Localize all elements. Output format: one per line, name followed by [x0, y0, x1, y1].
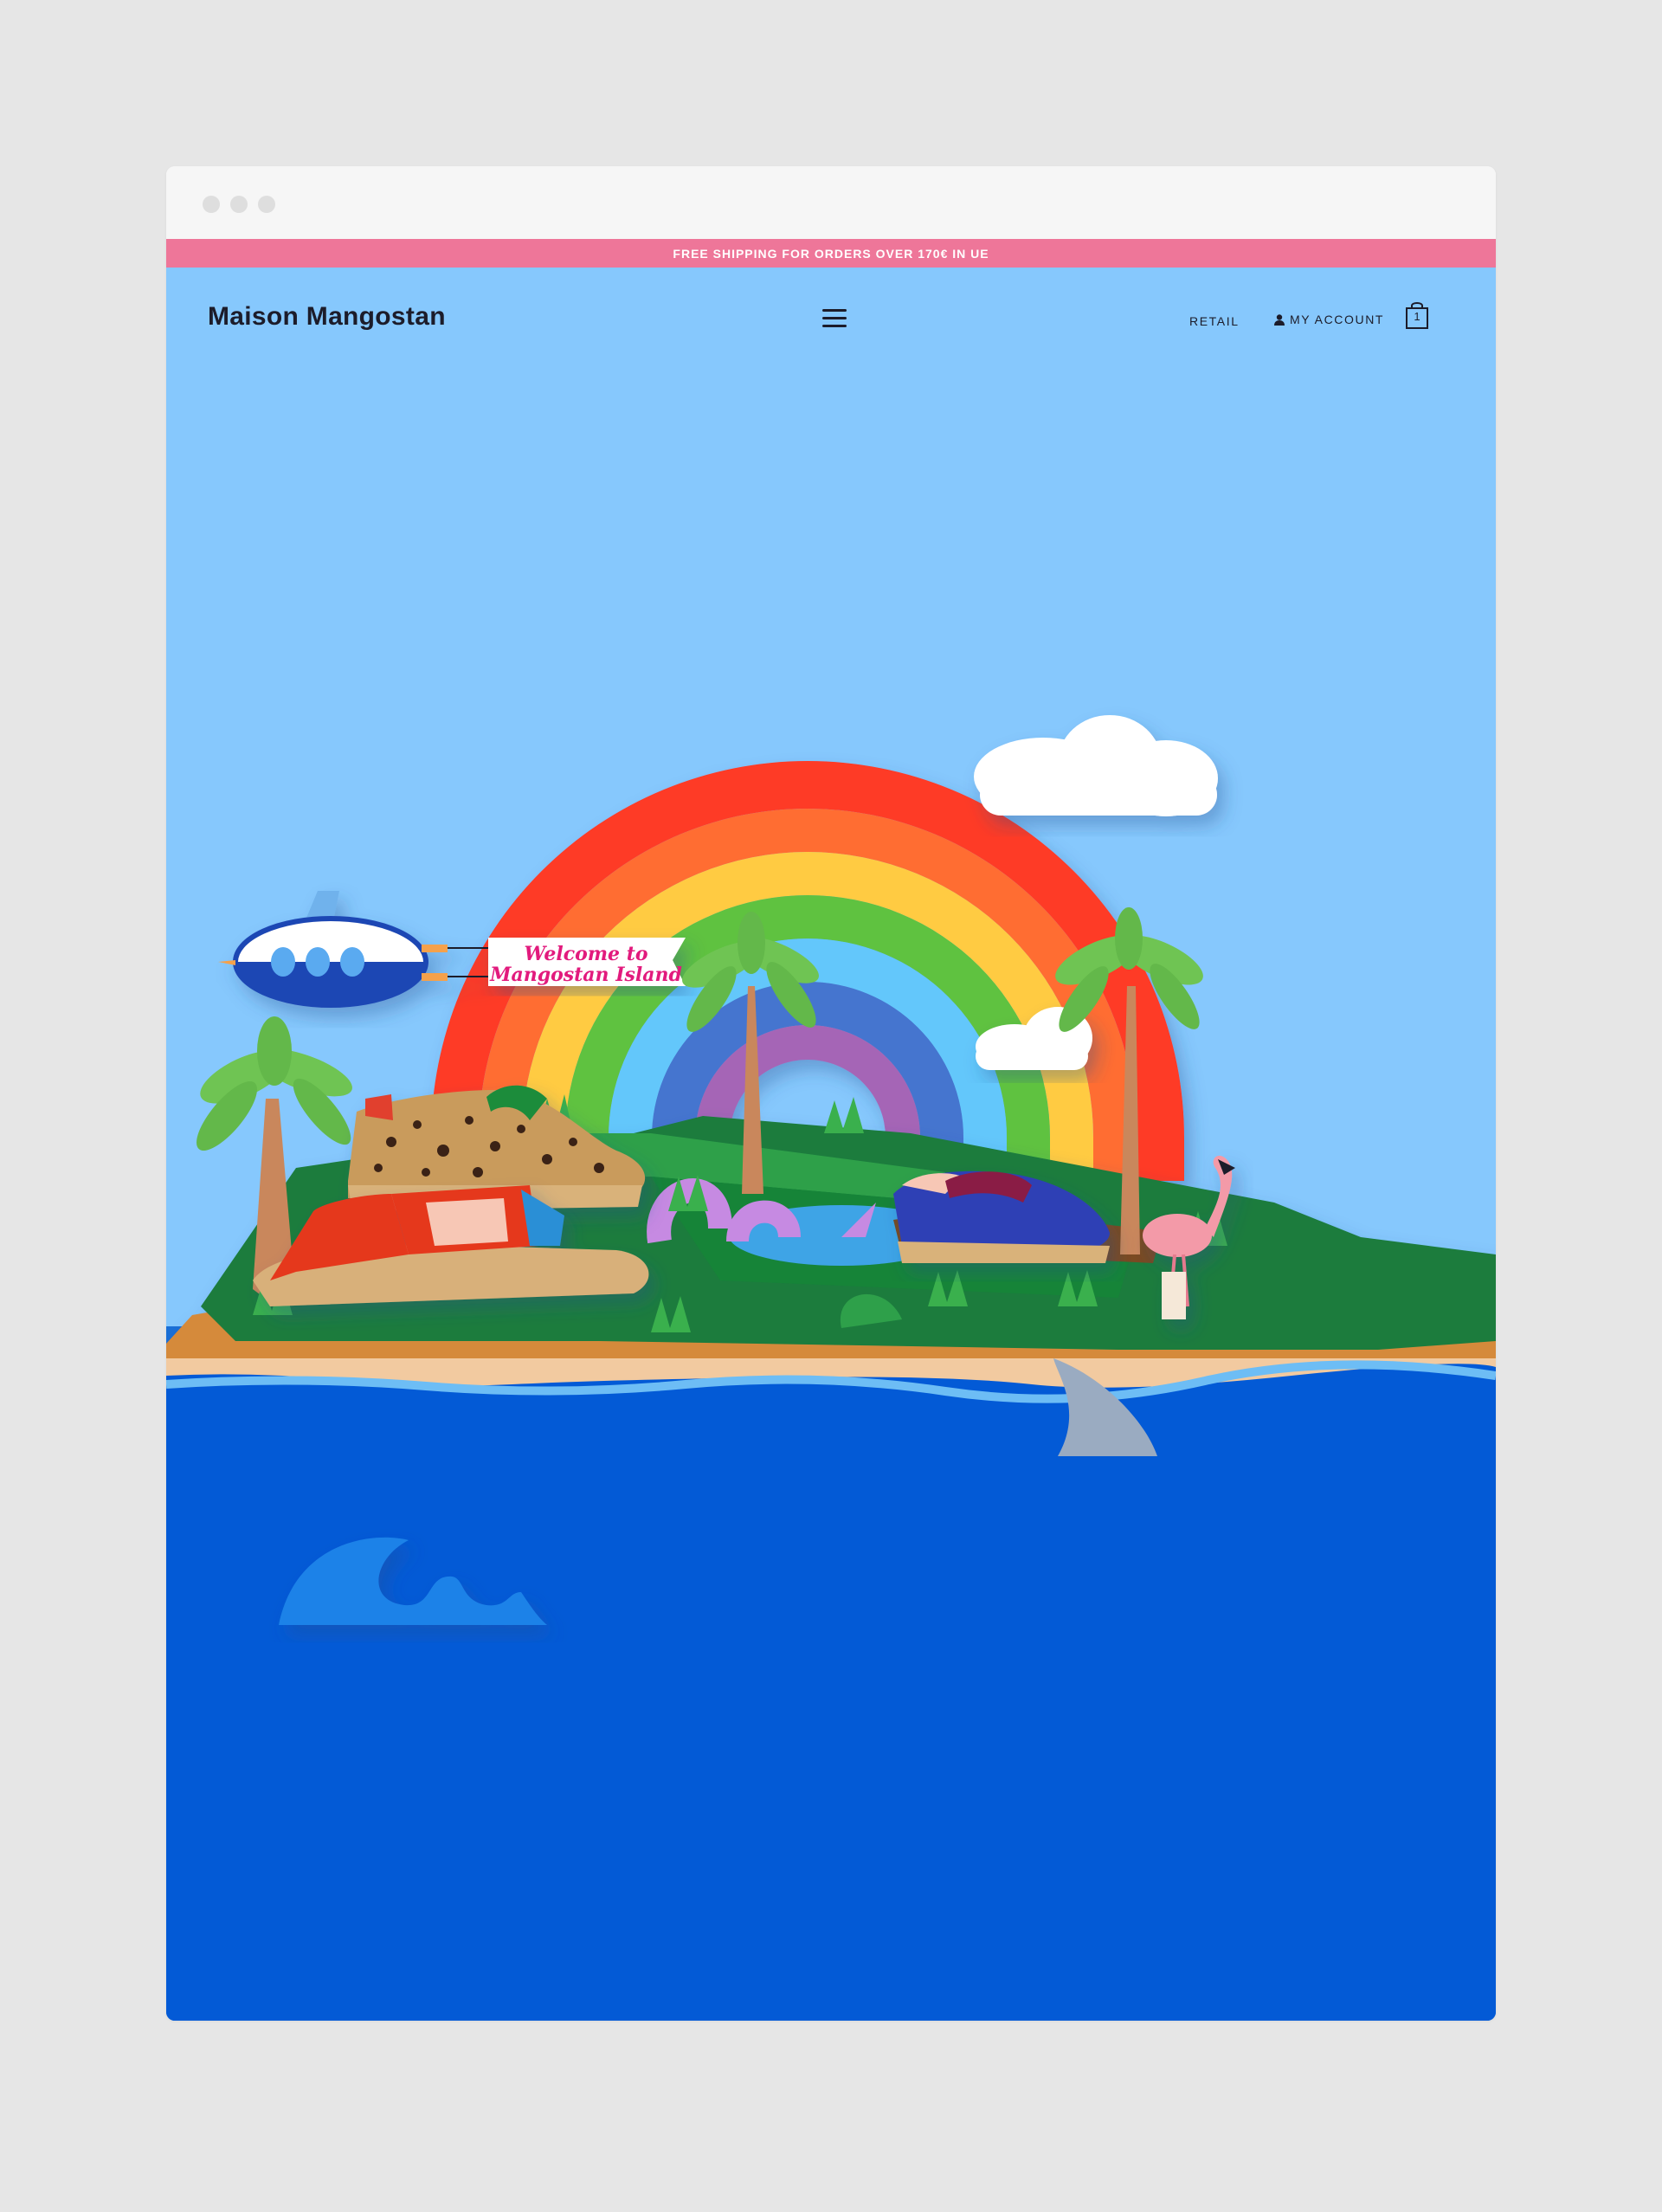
window-close-dot[interactable] — [203, 196, 220, 213]
nav-retail-link[interactable]: RETAIL — [1189, 314, 1240, 328]
nav-my-account-link[interactable]: MY ACCOUNT — [1274, 313, 1384, 326]
site-header: Maison Mangostan RETAIL MY ACCOUNT 1 — [166, 268, 1496, 371]
cart-count-badge: 1 — [1414, 310, 1420, 323]
site-logo[interactable]: Maison Mangostan — [208, 302, 446, 332]
cloud-large — [974, 715, 1218, 816]
cart-button[interactable]: 1 — [1404, 300, 1430, 330]
hero-illustration: Welcome to Mangostan Island — [166, 715, 1496, 2021]
my-account-label: MY ACCOUNT — [1290, 313, 1385, 326]
browser-window: FREE SHIPPING FOR ORDERS OVER 170€ IN UE — [166, 166, 1496, 2021]
banner-line-1: Welcome to — [524, 943, 647, 965]
sea — [166, 1364, 1496, 2021]
user-icon — [1274, 313, 1285, 326]
window-minimize-dot[interactable] — [230, 196, 248, 213]
airship — [218, 891, 488, 1008]
site-page: Welcome to Mangostan Island Maison Mango… — [166, 268, 1496, 2021]
free-shipping-banner: FREE SHIPPING FOR ORDERS OVER 170€ IN UE — [166, 239, 1496, 268]
browser-chrome — [166, 166, 1496, 239]
hamburger-menu-icon[interactable] — [822, 309, 847, 328]
window-maximize-dot[interactable] — [258, 196, 275, 213]
banner-line-2: Mangostan Island — [489, 964, 682, 986]
